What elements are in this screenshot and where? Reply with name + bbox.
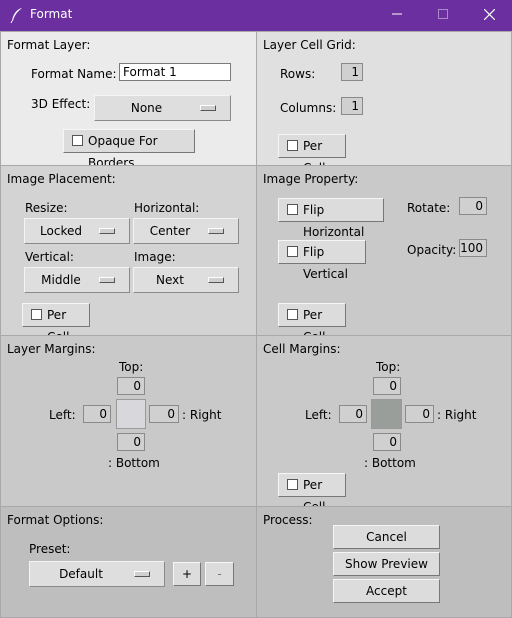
layer-right-input[interactable]: 0 <box>149 405 179 423</box>
flip-horizontal-label: Flip Horizontal <box>303 203 365 239</box>
columns-label: Columns: <box>280 101 337 115</box>
cell-margin-preview <box>371 399 402 429</box>
accept-button[interactable]: Accept <box>333 579 440 603</box>
cell-left-label: Left: <box>305 408 332 422</box>
format-options-title: Format Options: <box>7 513 104 527</box>
vertical-value: Middle <box>41 273 81 287</box>
cell-top-label: Top: <box>376 360 401 374</box>
rows-input[interactable]: 1 <box>341 63 363 81</box>
dropdown-indicator-icon <box>208 277 224 283</box>
layer-left-label: Left: <box>49 408 76 422</box>
format-layer-panel: Format Layer: Format Name: Format 1 3D E… <box>0 31 257 170</box>
checkbox-icon <box>287 246 298 257</box>
cell-bottom-label: : Bottom <box>364 456 416 470</box>
format-options-panel: Format Options: Preset: Default + - <box>0 506 257 618</box>
image-placement-title: Image Placement: <box>7 172 116 186</box>
vertical-label: Vertical: <box>25 250 74 264</box>
feather-icon <box>10 8 22 23</box>
horizontal-label: Horizontal: <box>134 201 200 215</box>
rows-label: Rows: <box>280 67 316 81</box>
show-preview-button[interactable]: Show Preview <box>333 552 440 576</box>
dropdown-indicator-icon <box>99 277 115 283</box>
close-button[interactable] <box>466 0 512 31</box>
cell-right-label: : Right <box>437 408 477 422</box>
resize-value: Locked <box>40 224 82 238</box>
columns-input[interactable]: 1 <box>341 97 363 115</box>
layer-margin-preview <box>116 399 146 429</box>
horizontal-value: Center <box>149 224 191 238</box>
resize-label: Resize: <box>25 201 68 215</box>
cell-right-input[interactable]: 0 <box>405 405 434 423</box>
image-property-per-cell-checkbox[interactable]: Per Cell <box>278 303 346 344</box>
maximize-button[interactable] <box>420 0 466 31</box>
image-value: Next <box>156 273 184 287</box>
preset-dropdown[interactable]: Default <box>29 561 165 587</box>
checkbox-icon <box>287 204 298 215</box>
checkbox-icon <box>287 479 298 490</box>
rotate-input[interactable]: 0 <box>459 197 487 215</box>
image-label: Image: <box>134 250 176 264</box>
opacity-label: Opacity: <box>407 243 457 257</box>
checkbox-icon <box>72 135 83 146</box>
opaque-for-borders-checkbox[interactable]: Opaque For Borders <box>63 129 195 170</box>
format-name-label: Format Name: <box>31 67 117 81</box>
cancel-button[interactable]: Cancel <box>333 525 440 549</box>
layer-cell-grid-panel: Layer Cell Grid: Rows: 1 Columns: 1 Per … <box>256 31 512 175</box>
layer-margins-panel: Layer Margins: Top: 0 Left: 0 0 : Right … <box>0 335 257 507</box>
checkbox-icon <box>287 309 298 320</box>
dropdown-indicator-icon <box>200 105 216 111</box>
window-title: Format <box>30 7 73 21</box>
image-placement-per-cell-checkbox[interactable]: Per Cell <box>22 303 90 344</box>
layer-top-input[interactable]: 0 <box>117 377 145 395</box>
cell-margins-title: Cell Margins: <box>263 342 341 356</box>
cell-left-input[interactable]: 0 <box>339 405 367 423</box>
layer-cell-grid-title: Layer Cell Grid: <box>263 38 356 52</box>
dropdown-indicator-icon <box>134 571 150 577</box>
flip-horizontal-checkbox[interactable]: Flip Horizontal <box>278 198 384 239</box>
image-property-panel: Image Property: Flip Horizontal Rotate: … <box>256 165 512 344</box>
layer-margins-title: Layer Margins: <box>7 342 96 356</box>
maximize-icon <box>438 9 448 19</box>
checkbox-icon <box>31 309 42 320</box>
opacity-input[interactable]: 100 <box>459 239 487 257</box>
vertical-dropdown[interactable]: Middle <box>24 267 130 293</box>
checkbox-icon <box>287 140 298 151</box>
layer-right-label: : Right <box>182 408 222 422</box>
dialog-body: Format Layer: Format Name: Format 1 3D E… <box>0 31 512 618</box>
cell-bottom-input[interactable]: 0 <box>373 433 401 451</box>
rotate-label: Rotate: <box>407 201 451 215</box>
format-name-input[interactable]: Format 1 <box>119 63 231 81</box>
layer-top-label: Top: <box>119 360 144 374</box>
minimize-icon <box>392 13 402 15</box>
cell-margins-panel: Cell Margins: Top: 0 Left: 0 0 : Right 0… <box>256 335 512 514</box>
layer-bottom-label: : Bottom <box>108 456 160 470</box>
cell-grid-per-cell-checkbox[interactable]: Per Cell <box>278 134 346 175</box>
add-preset-button[interactable]: + <box>173 562 201 586</box>
flip-vertical-checkbox[interactable]: Flip Vertical <box>278 240 366 281</box>
flip-vertical-label: Flip Vertical <box>303 245 348 281</box>
3d-effect-value: None <box>130 101 163 115</box>
layer-left-input[interactable]: 0 <box>83 405 111 423</box>
image-dropdown[interactable]: Next <box>133 267 239 293</box>
process-title: Process: <box>263 513 313 527</box>
dropdown-indicator-icon <box>99 228 115 234</box>
remove-preset-button[interactable]: - <box>205 562 234 586</box>
3d-effect-dropdown[interactable]: None <box>94 95 231 121</box>
minimize-button[interactable] <box>374 0 420 31</box>
cell-margins-per-cell-checkbox[interactable]: Per Cell <box>278 473 346 514</box>
dropdown-indicator-icon <box>208 228 224 234</box>
resize-dropdown[interactable]: Locked <box>24 218 130 244</box>
preset-label: Preset: <box>29 542 71 556</box>
horizontal-dropdown[interactable]: Center <box>133 218 239 244</box>
image-placement-panel: Image Placement: Resize: Locked Horizont… <box>0 165 257 344</box>
format-layer-title: Format Layer: <box>7 38 91 52</box>
preset-value: Default <box>59 567 103 581</box>
image-property-title: Image Property: <box>263 172 359 186</box>
process-panel: Process: Cancel Show Preview Accept <box>256 506 512 618</box>
layer-bottom-input[interactable]: 0 <box>117 433 145 451</box>
title-bar: Format <box>0 0 512 31</box>
cell-top-input[interactable]: 0 <box>373 377 401 395</box>
3d-effect-label: 3D Effect: <box>31 97 91 111</box>
close-icon <box>483 8 495 21</box>
